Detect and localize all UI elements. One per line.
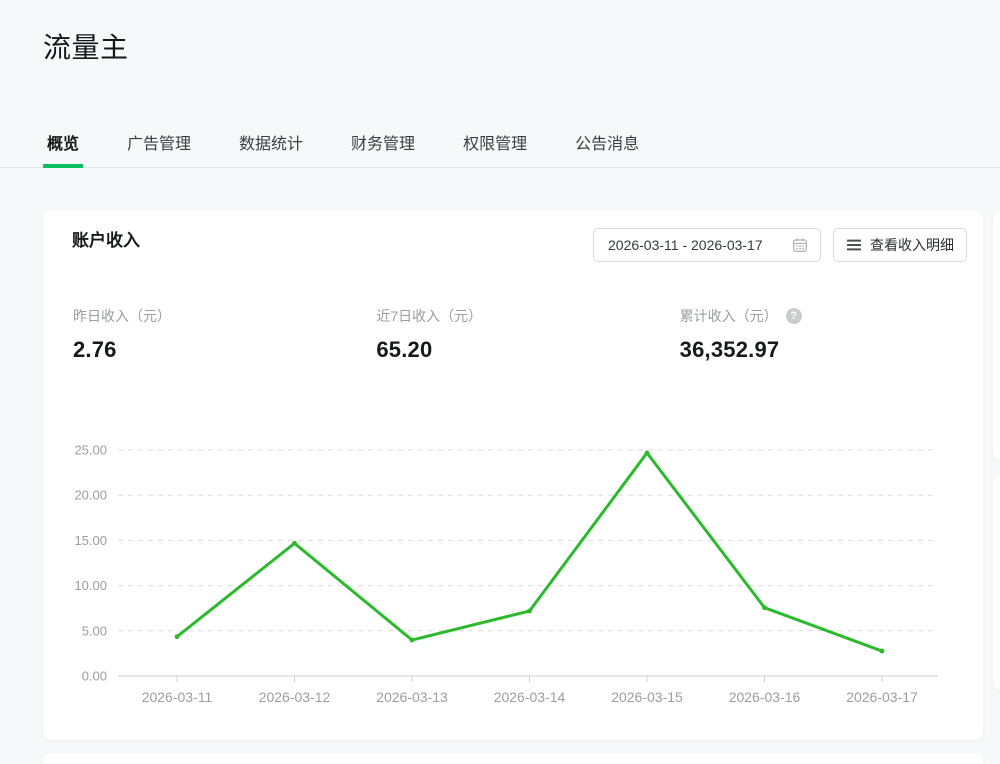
tab-overview[interactable]: 概览: [43, 130, 83, 167]
view-income-detail-label: 查看收入明细: [870, 235, 954, 255]
view-income-detail-button[interactable]: 查看收入明细: [833, 228, 967, 262]
stat-value: 36,352.97: [680, 337, 983, 363]
income-chart: 25.00 20.00 15.00 10.00 5.00 0.00 2026-03-11 20…: [63, 435, 963, 720]
right-column-card-bottom: [993, 474, 1000, 690]
tab-data-stats[interactable]: 数据统计: [235, 130, 307, 167]
stat-yesterday-income: 昨日收入（元） 2.76: [73, 306, 376, 363]
list-icon: [846, 238, 862, 252]
tab-bar: 概览 广告管理 数据统计 财务管理 权限管理 公告消息: [0, 130, 1000, 168]
traffic-master-page: 流量主 概览 广告管理 数据统计 财务管理 权限管理 公告消息 账户收入 2026-03-…: [0, 0, 1000, 764]
stat-last7days-income: 近7日收入（元） 65.20: [376, 306, 679, 363]
next-section-card: [43, 753, 983, 764]
date-range-picker[interactable]: 2026-03-11 - 2026-03-17: [593, 228, 821, 262]
stat-value: 65.20: [376, 337, 679, 363]
svg-text:25.00: 25.00: [74, 443, 107, 458]
page-title: 流量主: [43, 26, 129, 66]
chart-svg: 25.00 20.00 15.00 10.00 5.00 0.00 2026-03-11 20…: [63, 435, 963, 720]
svg-text:0.00: 0.00: [82, 669, 107, 684]
svg-text:2026-03-17: 2026-03-17: [846, 689, 918, 705]
stat-label: 近7日收入（元）: [376, 306, 482, 326]
svg-text:2026-03-11: 2026-03-11: [142, 689, 213, 705]
income-stats-row: 昨日收入（元） 2.76近7日收入（元） 65.20累计收入（元）? 36,352.9…: [43, 306, 983, 363]
svg-text:2026-03-16: 2026-03-16: [729, 689, 801, 705]
svg-text:2026-03-15: 2026-03-15: [611, 689, 683, 705]
svg-text:2026-03-13: 2026-03-13: [376, 689, 448, 705]
income-card-title: 账户收入: [72, 226, 140, 251]
stat-cumulative-income: 累计收入（元）? 36,352.97: [680, 306, 983, 363]
date-range-value: 2026-03-11 - 2026-03-17: [608, 237, 763, 253]
svg-text:15.00: 15.00: [74, 533, 107, 548]
svg-text:20.00: 20.00: [74, 488, 107, 503]
calendar-icon: [792, 237, 808, 253]
tab-finance-management[interactable]: 财务管理: [347, 130, 419, 167]
svg-text:2026-03-12: 2026-03-12: [259, 689, 331, 705]
svg-text:2026-03-14: 2026-03-14: [494, 689, 566, 705]
svg-text:10.00: 10.00: [74, 578, 107, 593]
stat-value: 2.76: [73, 337, 376, 363]
tabs: 概览 广告管理 数据统计 财务管理 权限管理 公告消息: [0, 130, 1000, 167]
svg-text:5.00: 5.00: [82, 623, 107, 638]
tab-permission-management[interactable]: 权限管理: [459, 130, 531, 167]
income-card: 账户收入 2026-03-11 - 2026-03-17: [43, 210, 983, 740]
stat-label: 累计收入（元）: [680, 306, 778, 326]
help-icon[interactable]: ?: [786, 308, 802, 324]
tab-ad-management[interactable]: 广告管理: [123, 130, 195, 167]
right-column-card-top: [993, 211, 1000, 460]
stat-label: 昨日收入（元）: [73, 306, 171, 326]
tab-announcements[interactable]: 公告消息: [571, 130, 643, 167]
